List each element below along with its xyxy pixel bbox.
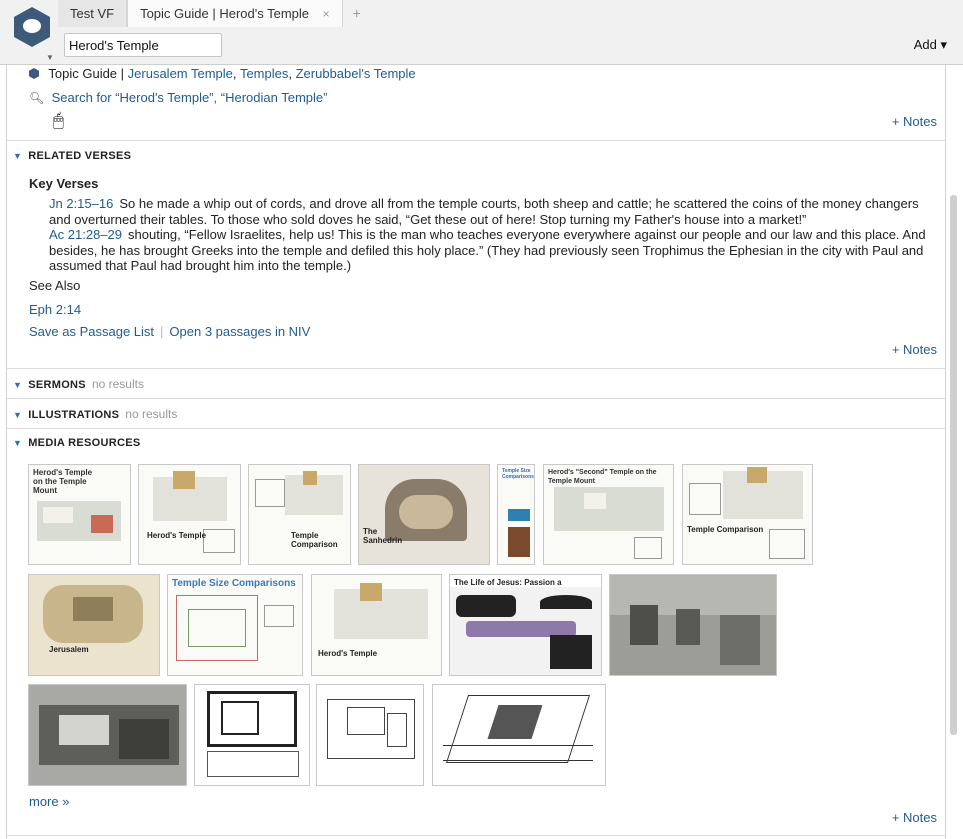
media-thumbnail[interactable]: Temple Comparison: [682, 464, 813, 565]
save-passage-list-link[interactable]: Save as Passage List: [29, 324, 154, 339]
logos-hex-icon: [14, 7, 50, 47]
media-thumbnail[interactable]: [28, 684, 187, 786]
add-notes-link[interactable]: + Notes: [892, 114, 937, 129]
divider: [7, 428, 945, 429]
key-verses-heading: Key Verses: [29, 176, 99, 191]
search-for-row[interactable]: 🔍︎ Search for “Herod's Temple”, “Herodia…: [29, 90, 327, 105]
media-thumbnail[interactable]: Temple Comparison: [248, 464, 351, 565]
divider: [7, 835, 945, 836]
thumbnail-title: Herod's Temple on the Temple Mount: [33, 468, 93, 495]
section-title: RELATED VERSES: [28, 150, 132, 162]
verse-item: Jn 2:15–16 So he made a whip out of cords…: [49, 196, 939, 227]
passage-actions: Save as Passage List | Open 3 passages in …: [29, 324, 310, 339]
triangle-down-icon: ▼: [13, 151, 23, 161]
thumbnail-title: Temple Size Comparisons: [172, 578, 296, 589]
comma-separator: ,: [288, 66, 292, 81]
verse-ref-link[interactable]: Ac 21:28–29: [49, 227, 122, 242]
tab-label: Topic Guide | Herod's Temple: [140, 6, 310, 21]
topic-guide-icon: [29, 68, 39, 79]
section-related-verses[interactable]: ▼ RELATED VERSES: [13, 150, 131, 162]
verse-text: So he made a whip out of cords, and drov…: [49, 196, 919, 227]
topic-search-input[interactable]: [64, 33, 222, 57]
more-media-link[interactable]: more »: [29, 794, 69, 809]
media-thumbnail[interactable]: Temple Size Comparisons: [167, 574, 303, 676]
topic-guide-content: Topic Guide | Jerusalem Temple, Temples,…: [6, 65, 946, 839]
link-zerubbabels-temple[interactable]: Zerubbabel's Temple: [296, 66, 416, 81]
close-icon[interactable]: ×: [323, 7, 330, 21]
title-bar: ▼ Test VF Topic Guide | Herod's Temple ×…: [0, 0, 963, 65]
media-thumbnail[interactable]: [609, 574, 777, 676]
verse-text: shouting, “Fellow Israelites, help us! T…: [49, 227, 926, 273]
section-sermons[interactable]: ▼ SERMONS no results: [13, 377, 144, 391]
link-jerusalem-temple[interactable]: Jerusalem Temple: [128, 66, 233, 81]
section-media-resources[interactable]: ▼ MEDIA RESOURCES: [13, 437, 141, 449]
comma-separator: ,: [232, 66, 237, 81]
section-title: ILLUSTRATIONS: [28, 409, 120, 421]
no-results-text: no results: [125, 407, 178, 421]
thumbnail-caption: Herod's Temple: [318, 649, 378, 658]
topic-guide-label: Topic Guide |: [48, 66, 125, 81]
add-notes-link[interactable]: + Notes: [892, 810, 937, 825]
thumbnail-title: The Life of Jesus: Passion a: [454, 578, 562, 587]
scrollbar-thumb[interactable]: [950, 195, 957, 735]
app-logo[interactable]: ▼: [14, 7, 54, 63]
media-thumbnail[interactable]: Jerusalem: [28, 574, 160, 676]
search-icon: 🔍︎: [29, 91, 45, 105]
tab-test-vf[interactable]: Test VF: [58, 0, 128, 27]
section-illustrations[interactable]: ▼ ILLUSTRATIONS no results: [13, 407, 177, 421]
new-tab-button[interactable]: +: [343, 0, 371, 27]
no-results-text: no results: [91, 377, 144, 391]
media-thumbnail[interactable]: Herod's "Second" Temple on the Temple Mo…: [543, 464, 674, 565]
verse-item: Ac 21:28–29 shouting, “Fellow Israelites,…: [49, 227, 939, 274]
add-button[interactable]: Add ▾: [914, 37, 947, 53]
tab-strip: Test VF Topic Guide | Herod's Temple × +: [58, 0, 371, 28]
tab-label: Test VF: [70, 6, 115, 21]
caret-down-icon[interactable]: ▼: [46, 53, 54, 62]
triangle-down-icon: ▼: [13, 438, 23, 448]
see-also-ref-link[interactable]: Eph 2:14: [29, 302, 81, 317]
media-thumbnail[interactable]: Herod's Temple on the Temple Mount: [28, 464, 131, 565]
mouse-cursor-icon: 🖱︎: [53, 110, 64, 130]
search-for-link[interactable]: Search for “Herod's Temple”, “Herodian T…: [52, 90, 328, 105]
speech-bubble-icon: [23, 19, 41, 33]
media-thumbnail[interactable]: The Life of Jesus: Passion a: [449, 574, 602, 676]
triangle-down-icon: ▼: [13, 380, 23, 390]
tab-topic-guide[interactable]: Topic Guide | Herod's Temple ×: [127, 0, 343, 27]
topic-guide-row: Topic Guide | Jerusalem Temple, Temples,…: [29, 66, 416, 81]
media-thumbnail[interactable]: The Sanhedrin: [358, 464, 490, 565]
verse-ref-link[interactable]: Jn 2:15–16: [49, 196, 113, 211]
thumbnail-caption: Herod's Temple: [147, 531, 207, 540]
divider: [7, 140, 945, 141]
media-thumbnail[interactable]: Herod's Temple: [138, 464, 241, 565]
thumbnail-caption: Temple Size Comparisons: [502, 468, 534, 480]
media-thumbnail[interactable]: [194, 684, 310, 786]
link-temples[interactable]: Temples: [240, 66, 288, 81]
open-passages-link[interactable]: Open 3 passages in NIV: [169, 324, 310, 339]
divider: [7, 368, 945, 369]
media-thumbnail[interactable]: Temple Size Comparisons: [497, 464, 535, 565]
add-notes-link[interactable]: + Notes: [892, 342, 937, 357]
thumbnail-caption: The Sanhedrin: [363, 527, 403, 545]
separator: |: [160, 324, 164, 339]
thumbnail-caption: Temple Comparison: [687, 525, 764, 534]
vertical-scrollbar[interactable]: [946, 65, 963, 839]
divider: [7, 398, 945, 399]
thumbnail-caption: Jerusalem: [49, 645, 89, 654]
media-thumbnail[interactable]: [316, 684, 424, 786]
media-thumbnail[interactable]: Herod's Temple: [311, 574, 442, 676]
thumbnail-title: Herod's "Second" Temple on the Temple Mo…: [548, 469, 657, 485]
section-title: SERMONS: [28, 379, 86, 391]
media-thumbnail[interactable]: [432, 684, 606, 786]
see-also-label: See Also: [29, 278, 81, 293]
triangle-down-icon: ▼: [13, 410, 23, 420]
thumbnail-caption: Temple Comparison: [291, 531, 338, 549]
section-title: MEDIA RESOURCES: [28, 437, 141, 449]
